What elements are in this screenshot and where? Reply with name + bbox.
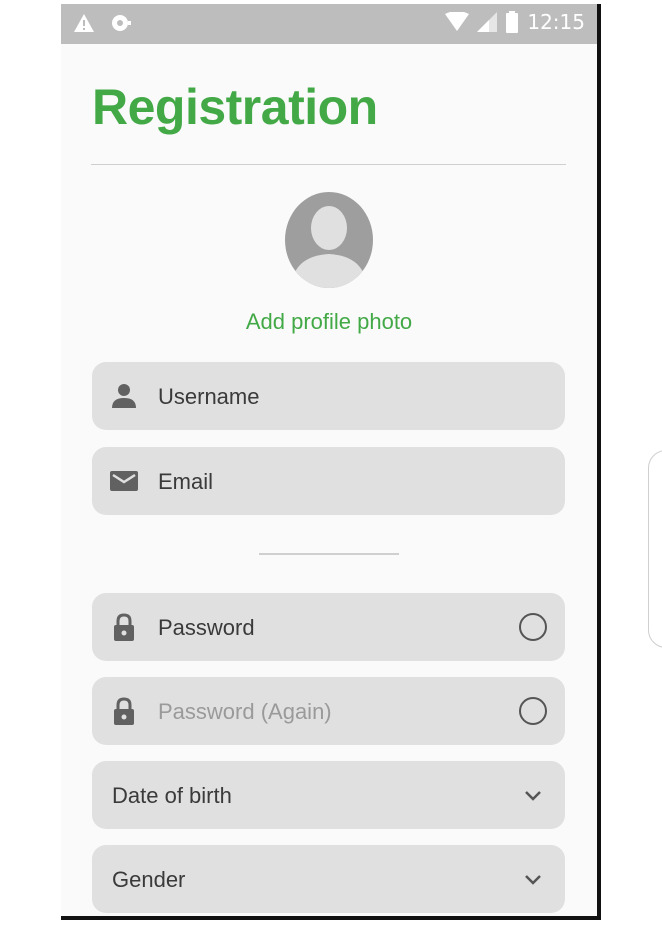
wifi-icon (445, 12, 470, 31)
envelope-icon (110, 471, 138, 491)
gender-select[interactable]: Gender (92, 845, 565, 913)
avatar-icon[interactable] (285, 192, 373, 288)
page-title: Registration (92, 79, 378, 135)
date-of-birth-label: Date of birth (112, 783, 232, 808)
warning-icon (74, 14, 94, 32)
notification-icon (112, 15, 131, 31)
phone-screen: 12:15 Registration Add profile photo Use… (61, 4, 601, 920)
password-again-field[interactable]: Password (Again) (92, 677, 565, 745)
password-visibility-toggle[interactable] (519, 613, 547, 641)
password-placeholder: Password (158, 615, 255, 640)
email-placeholder: Email (158, 469, 214, 494)
password-again-visibility-toggle[interactable] (519, 697, 547, 725)
gender-label: Gender (112, 867, 186, 892)
status-bar-left (73, 12, 133, 34)
lock-icon (114, 613, 134, 641)
chevron-down-icon (525, 791, 541, 801)
person-icon (112, 384, 136, 408)
title-divider (91, 164, 566, 165)
email-field[interactable]: Email (92, 447, 565, 515)
chevron-down-icon (525, 875, 541, 885)
signal-icon (477, 12, 498, 32)
add-profile-photo-link[interactable]: Add profile photo (61, 309, 597, 335)
lock-icon (114, 697, 134, 725)
username-field[interactable]: Username (92, 362, 565, 430)
status-time: 12:15 (527, 10, 585, 34)
status-bar-right: 12:15 (445, 10, 585, 34)
battery-icon (506, 11, 519, 33)
section-divider (259, 553, 399, 555)
password-again-placeholder: Password (Again) (158, 699, 332, 724)
date-of-birth-select[interactable]: Date of birth (92, 761, 565, 829)
username-placeholder: Username (158, 384, 260, 409)
side-panel-handle[interactable] (648, 450, 662, 648)
status-bar: 12:15 (61, 4, 597, 44)
password-field[interactable]: Password (92, 593, 565, 661)
